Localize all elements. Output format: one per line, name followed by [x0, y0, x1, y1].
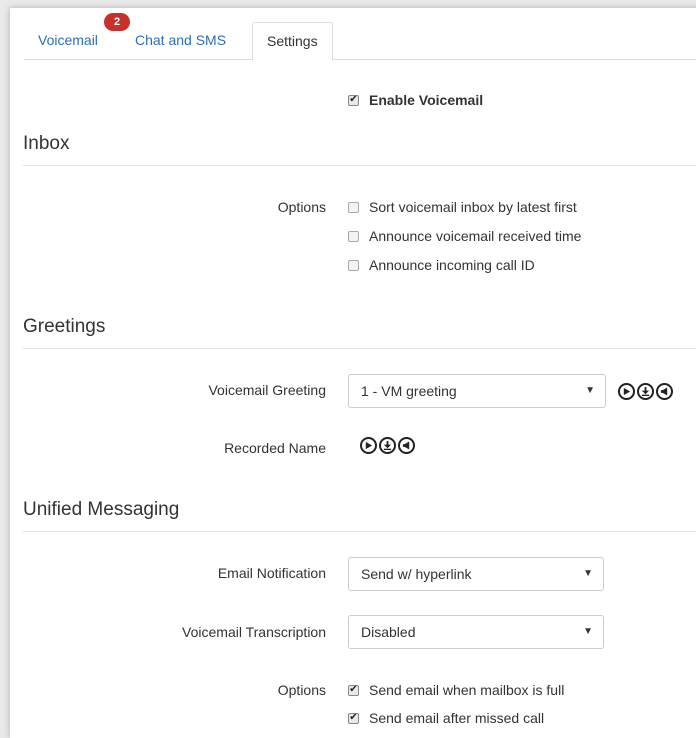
voicemail-greeting-select[interactable]: 1 - VM greeting ▼ — [348, 374, 606, 408]
voicemail-transcription-value: Disabled — [361, 624, 416, 640]
tab-settings-label: Settings — [267, 33, 318, 49]
announce-call-id-label: Announce incoming call ID — [369, 257, 535, 273]
enable-voicemail-label: Enable Voicemail — [369, 92, 484, 108]
speaker-icon[interactable] — [656, 383, 673, 400]
voicemail-transcription-label: Voicemail Transcription — [182, 624, 326, 640]
announce-received-time-checkbox[interactable]: Announce voicemail received time — [348, 228, 581, 244]
chevron-down-icon: ▼ — [583, 626, 593, 637]
unified-messaging-section-title: Unified Messaging — [23, 499, 180, 520]
settings-panel: Voicemail 2 Chat and SMS Settings ✔ Enab… — [10, 8, 696, 738]
checkbox-unchecked[interactable] — [348, 259, 359, 271]
announce-received-time-label: Announce voicemail received time — [369, 228, 582, 244]
email-notification-label: Email Notification — [217, 565, 326, 581]
inbox-options-label: Options — [277, 199, 326, 215]
divider — [23, 348, 696, 349]
voicemail-greeting-value: 1 - VM greeting — [361, 383, 457, 399]
chevron-down-icon: ▼ — [583, 568, 593, 579]
speaker-icon[interactable] — [398, 437, 415, 454]
inbox-section-title: Inbox — [23, 133, 70, 154]
tab-chat-label: Chat and SMS — [135, 32, 227, 48]
checkbox-checked[interactable]: ✔ — [348, 94, 359, 106]
checkbox-unchecked[interactable] — [348, 230, 359, 242]
email-mailbox-full-checkbox[interactable]: ✔ Send email when mailbox is full — [348, 682, 564, 698]
recorded-name-media-controls — [360, 437, 417, 454]
chevron-down-icon: ▼ — [585, 385, 595, 396]
tab-chat-and-sms[interactable]: Chat and SMS — [135, 22, 226, 58]
announce-call-id-checkbox[interactable]: Announce incoming call ID — [348, 257, 535, 273]
voicemail-transcription-select[interactable]: Disabled ▼ — [348, 615, 604, 649]
download-icon[interactable] — [637, 383, 654, 400]
download-icon[interactable] — [379, 437, 396, 454]
play-icon[interactable] — [618, 383, 635, 400]
email-mailbox-full-label: Send email when mailbox is full — [369, 682, 565, 698]
sort-latest-first-checkbox[interactable]: Sort voicemail inbox by latest first — [348, 199, 577, 215]
sort-latest-first-label: Sort voicemail inbox by latest first — [369, 199, 577, 215]
divider — [23, 165, 696, 166]
checkbox-unchecked[interactable] — [348, 201, 359, 213]
recorded-name-label: Recorded Name — [224, 440, 326, 456]
email-missed-call-checkbox[interactable]: ✔ Send email after missed call — [348, 710, 544, 726]
tab-voicemail-label: Voicemail — [38, 32, 98, 48]
email-notification-select[interactable]: Send w/ hyperlink ▼ — [348, 557, 604, 591]
enable-voicemail-checkbox[interactable]: ✔ Enable Voicemail — [348, 92, 483, 108]
unified-options-label: Options — [277, 682, 326, 698]
email-missed-call-label: Send email after missed call — [369, 710, 545, 726]
email-notification-value: Send w/ hyperlink — [361, 566, 472, 582]
play-icon[interactable] — [360, 437, 377, 454]
greeting-media-controls — [618, 383, 675, 400]
checkbox-checked[interactable]: ✔ — [348, 712, 359, 724]
tab-voicemail[interactable]: Voicemail 2 — [38, 13, 130, 58]
unread-badge: 2 — [104, 13, 130, 31]
greetings-section-title: Greetings — [23, 316, 106, 337]
tab-settings[interactable]: Settings — [252, 22, 333, 61]
divider — [23, 531, 696, 532]
checkbox-checked[interactable]: ✔ — [348, 684, 359, 696]
tab-bar: Voicemail 2 Chat and SMS Settings — [24, 13, 696, 61]
voicemail-greeting-label: Voicemail Greeting — [208, 382, 326, 398]
